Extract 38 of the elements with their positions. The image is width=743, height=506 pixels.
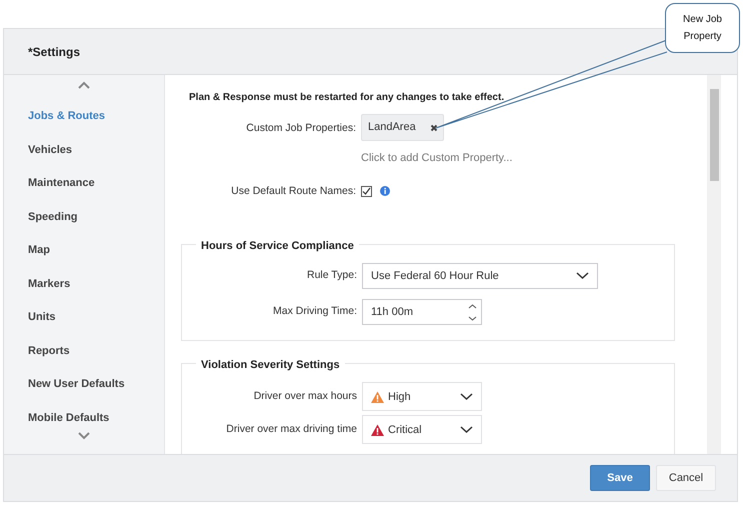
sidebar-item[interactable]: Vehicles <box>4 142 72 158</box>
sidebar-item[interactable]: Reports <box>4 342 70 359</box>
chevron-up-icon[interactable] <box>78 81 90 89</box>
sidebar-item[interactable]: Markers <box>4 276 70 292</box>
sidebar-item[interactable]: Jobs & Routes <box>4 108 106 124</box>
sidebar-item[interactable]: Map <box>4 242 50 258</box>
sidebar-item[interactable]: Units <box>4 309 56 326</box>
save-button[interactable]: Save <box>590 465 650 491</box>
sidebar-item[interactable]: New User Defaults <box>4 376 125 392</box>
sidebar-item[interactable]: Mobile Defaults <box>4 410 110 426</box>
field-label: Driver over max hours <box>252 388 358 404</box>
checkmark-icon <box>362 187 371 196</box>
field-label: Max Driving Time: <box>272 304 358 320</box>
window-title: *Settings <box>28 44 80 60</box>
callout-bubble: New Job Property <box>665 3 740 53</box>
field-label: Rule Type: <box>306 268 358 284</box>
dropdown[interactable]: Use Federal 60 Hour Rule <box>362 263 598 290</box>
property-tag: LandArea <box>361 114 444 141</box>
checkbox[interactable] <box>361 186 372 197</box>
notice-text: Plan & Response must be restarted for any changes to take effect. <box>189 91 504 105</box>
stepper-arrows-icon[interactable] <box>468 304 477 321</box>
field-label: Driver over max driving time <box>225 422 358 437</box>
info-icon[interactable] <box>380 186 390 196</box>
scrollbar[interactable] <box>707 75 721 454</box>
add-property-link[interactable]: Click to add Custom Property... <box>361 150 512 166</box>
field-label: Use Default Route Names: <box>230 184 357 198</box>
severity-dropdown[interactable]: Critical <box>362 415 482 444</box>
chevron-down-icon[interactable] <box>78 432 90 440</box>
chevron-down-icon <box>460 426 473 434</box>
field-label: Custom Job Properties: <box>245 121 357 136</box>
cancel-button[interactable]: Cancel <box>656 465 716 491</box>
sidebar-item[interactable]: Speeding <box>4 208 78 225</box>
chevron-down-icon <box>460 392 473 401</box>
severity-dropdown[interactable]: High <box>362 382 482 412</box>
sidebar-item[interactable]: Maintenance <box>4 175 95 192</box>
spinner-field[interactable]: 11h 00m <box>362 299 482 326</box>
chevron-down-icon <box>576 272 589 280</box>
remove-icon[interactable] <box>430 124 438 132</box>
